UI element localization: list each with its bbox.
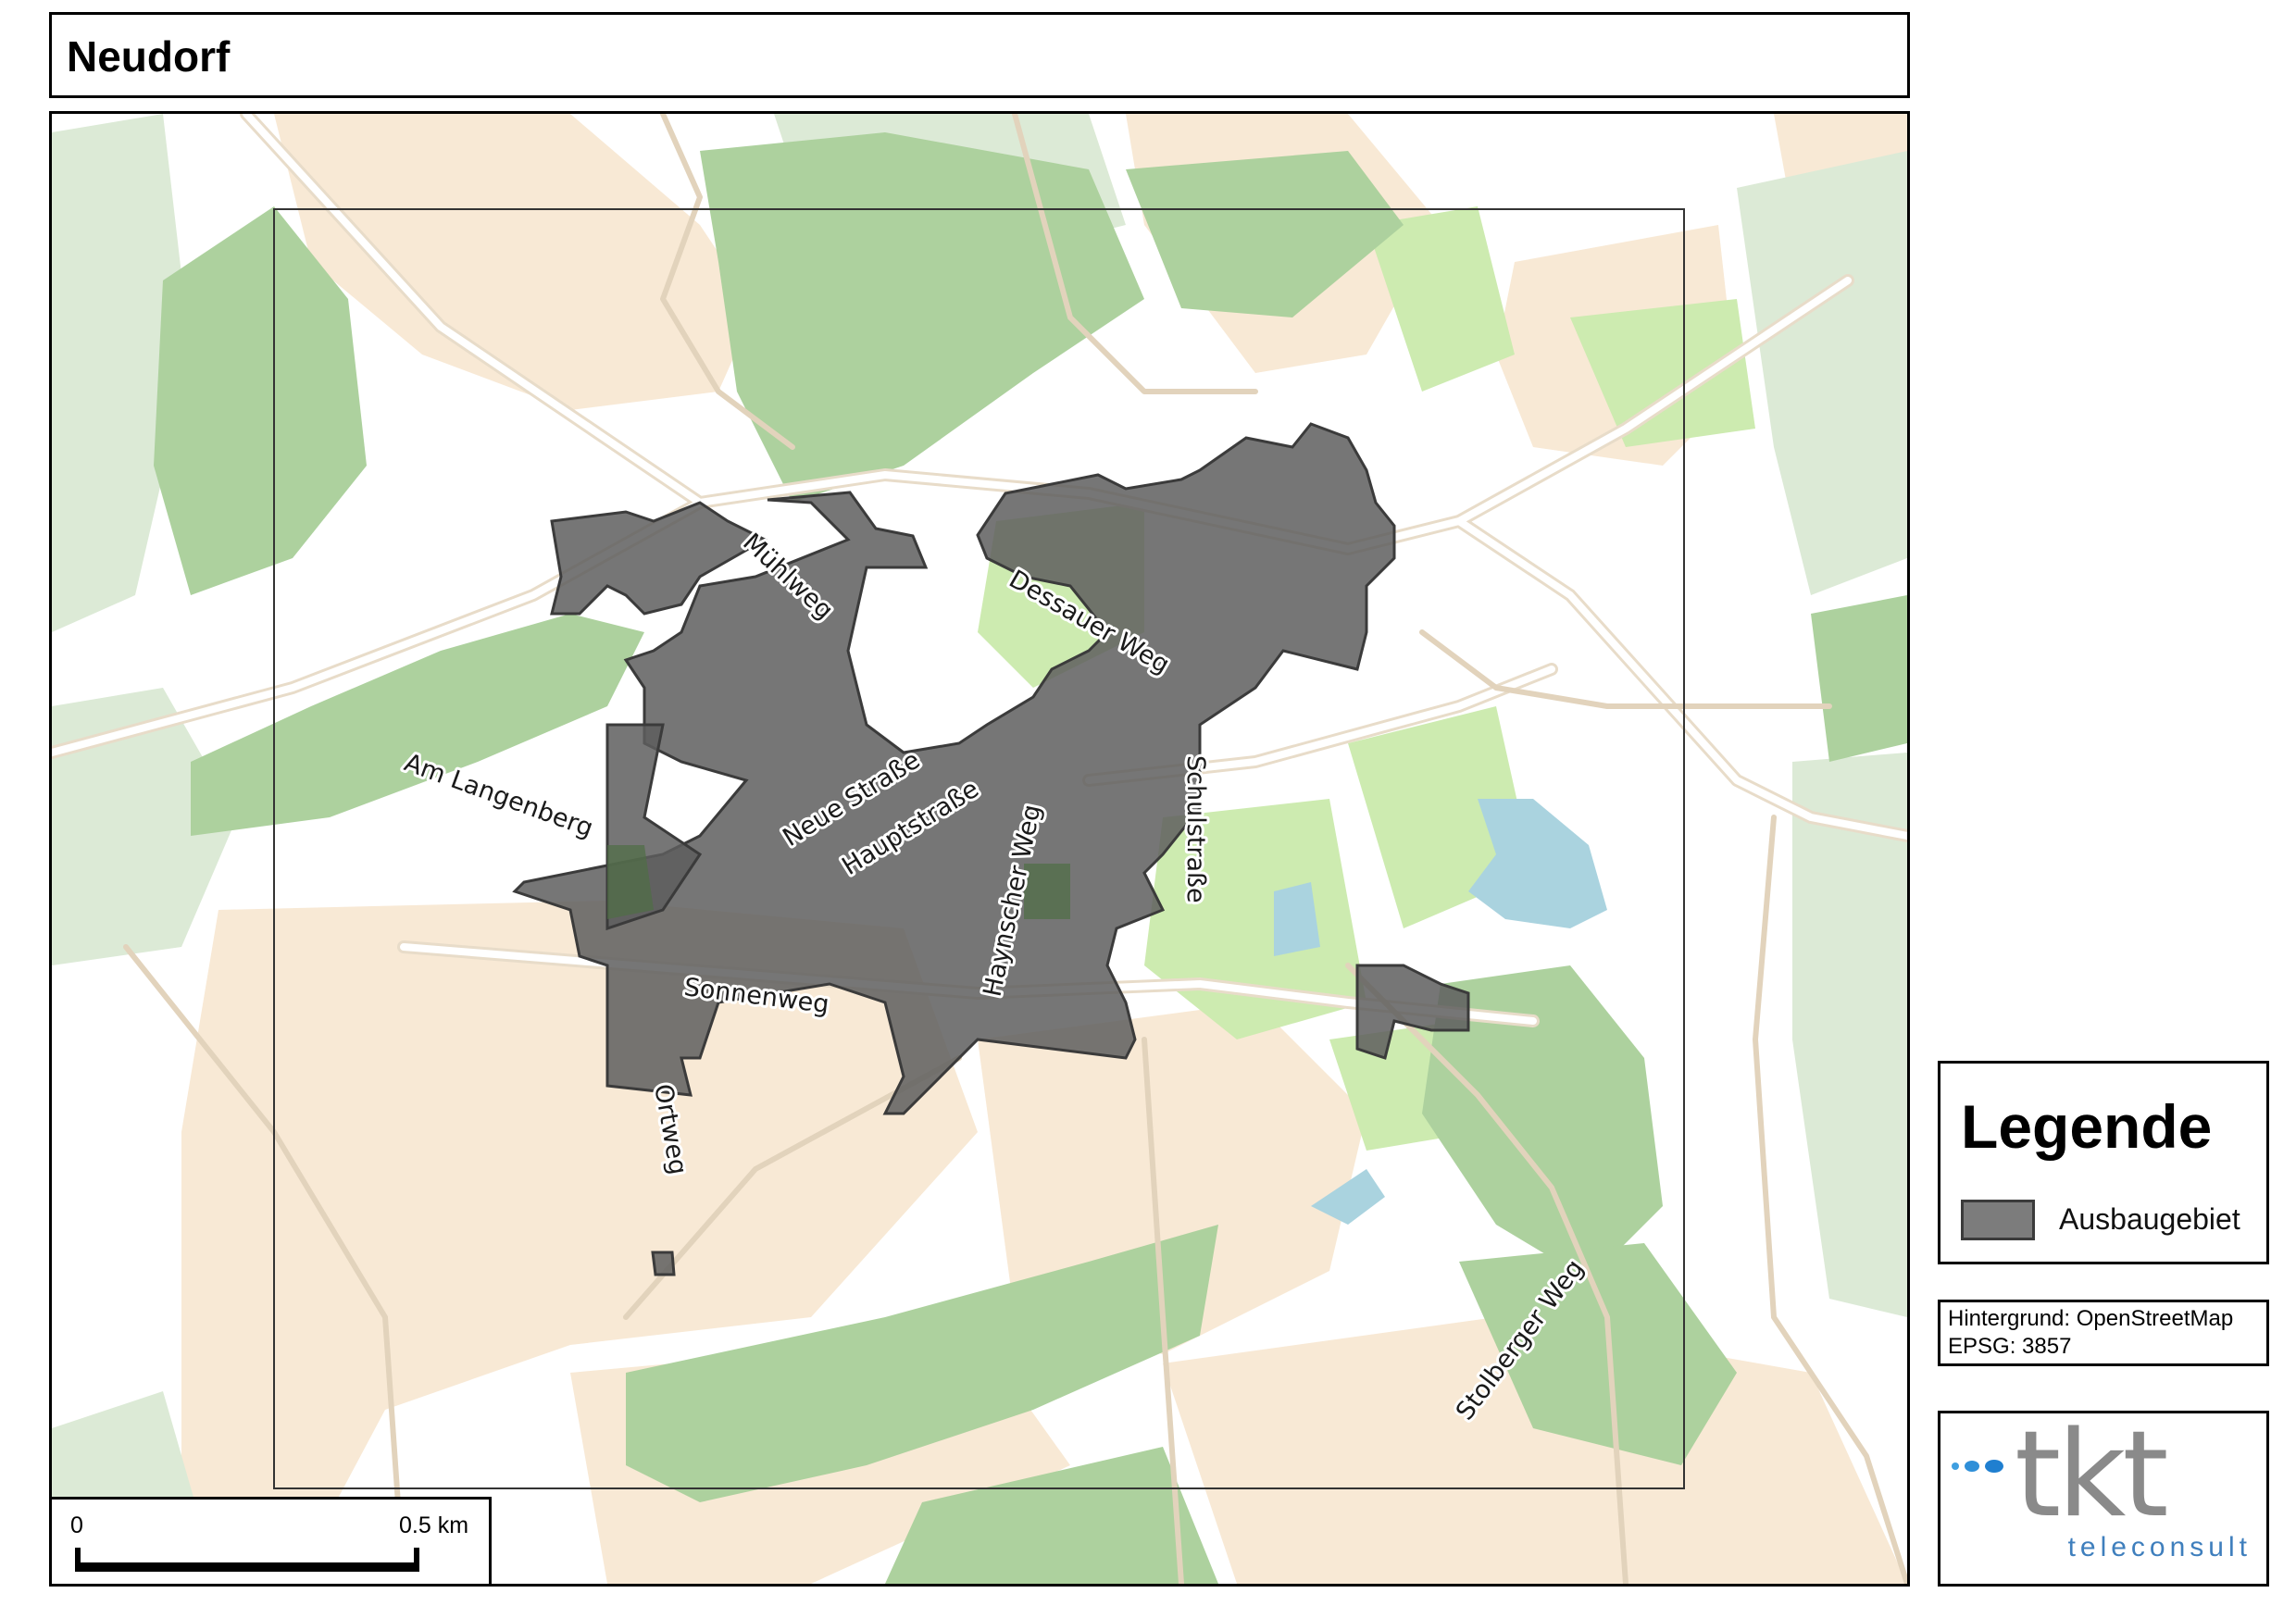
legend-box: Legende Ausbaugebiet xyxy=(1938,1061,2269,1264)
scale-end-label: 0.5 km xyxy=(399,1512,469,1538)
crs-label: EPSG: 3857 xyxy=(1948,1334,2072,1359)
legend-swatch-ausbaugebiet xyxy=(1961,1200,2035,1240)
logo-wordmark: tkt xyxy=(2015,1413,2166,1544)
logo-dots-icon xyxy=(1952,1460,2003,1473)
title-box: Neudorf xyxy=(49,12,1910,98)
scale-bar: 0 0.5 km xyxy=(49,1497,492,1587)
map-frame[interactable]: Mühlweg Dessauer Weg Am Langenberg Neue … xyxy=(49,111,1910,1587)
scale-start-label: 0 xyxy=(70,1512,83,1538)
logo-tagline: teleconsult xyxy=(2067,1532,2252,1562)
legend-heading: Legende xyxy=(1961,1092,2213,1161)
map-canvas[interactable]: Mühlweg Dessauer Weg Am Langenberg Neue … xyxy=(52,114,1907,1584)
scale-tick-end xyxy=(414,1548,419,1572)
map-title: Neudorf xyxy=(67,32,231,81)
logo-box: tkt teleconsult xyxy=(1938,1411,2269,1587)
street-label: Schulstraße xyxy=(1181,755,1210,903)
scale-bar-line xyxy=(75,1562,419,1572)
info-box: Hintergrund: OpenStreetMap EPSG: 3857 xyxy=(1938,1300,2269,1366)
legend-item-label: Ausbaugebiet xyxy=(2059,1202,2240,1236)
background-source: Hintergrund: OpenStreetMap xyxy=(1948,1306,2234,1331)
scale-tick-start xyxy=(75,1548,81,1572)
